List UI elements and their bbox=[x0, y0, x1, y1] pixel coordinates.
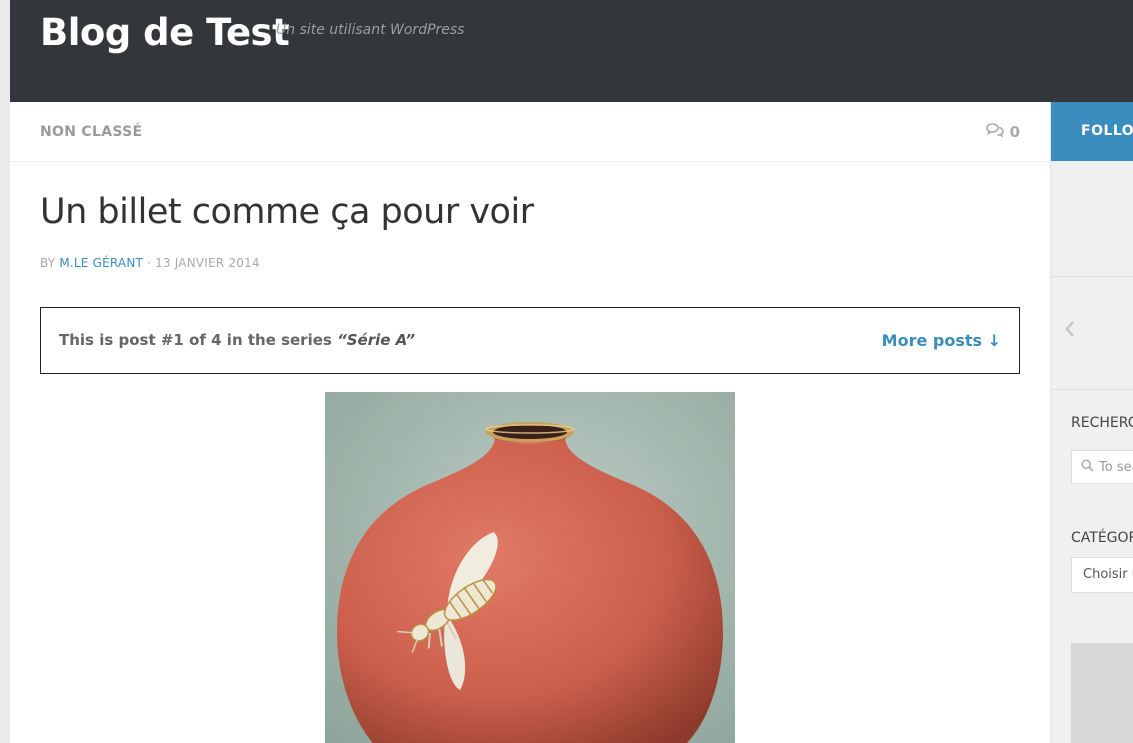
follow-button[interactable]: FOLLOW bbox=[1051, 102, 1133, 161]
more-posts-link[interactable]: More posts ↓ bbox=[882, 331, 1001, 350]
comments-icon bbox=[985, 123, 1004, 141]
categories-select[interactable]: Choisir une catégorie bbox=[1071, 557, 1133, 593]
chevron-left-icon[interactable] bbox=[1064, 320, 1076, 342]
sidebar-placeholder-box bbox=[1071, 643, 1133, 743]
sidebar: FOLLOW RECHERCHE To search CATÉGORIES Ch… bbox=[1050, 102, 1133, 743]
post-date: 13 JANVIER 2014 bbox=[155, 256, 260, 270]
search-placeholder: To search bbox=[1099, 459, 1133, 475]
sidebar-divider bbox=[1051, 276, 1133, 277]
category-link[interactable]: NON CLASSÉ bbox=[40, 124, 142, 140]
series-text: This is post #1 of 4 in the series “Séri… bbox=[59, 331, 415, 349]
site-header: Blog de Test Un site utilisant WordPress bbox=[10, 0, 1133, 102]
categories-widget-title: CATÉGORIES bbox=[1071, 530, 1133, 546]
sidebar-divider bbox=[1051, 389, 1133, 390]
post-image-vase[interactable] bbox=[325, 392, 735, 743]
author-link[interactable]: M.LE GÉRANT bbox=[59, 256, 143, 270]
post-topbar: NON CLASSÉ 0 bbox=[10, 102, 1050, 162]
byline-separator: · bbox=[143, 256, 156, 270]
comments-count: 0 bbox=[1009, 123, 1020, 141]
search-input[interactable]: To search bbox=[1071, 450, 1133, 484]
post-byline: BY M.LE GÉRANT · 13 JANVIER 2014 bbox=[40, 256, 260, 270]
comments-link[interactable]: 0 bbox=[985, 123, 1020, 141]
page: Blog de Test Un site utilisant WordPress… bbox=[10, 0, 1133, 743]
site-tagline: Un site utilisant WordPress bbox=[276, 22, 465, 38]
byline-prefix: BY bbox=[40, 256, 60, 270]
site-title[interactable]: Blog de Test bbox=[40, 9, 290, 57]
series-box: This is post #1 of 4 in the series “Séri… bbox=[40, 307, 1020, 374]
search-widget-title: RECHERCHE bbox=[1071, 415, 1133, 431]
post-title: Un billet comme ça pour voir bbox=[40, 192, 534, 232]
series-name: “Série A” bbox=[337, 331, 416, 349]
series-intro: This is post #1 of 4 in the series bbox=[59, 331, 338, 349]
search-icon bbox=[1081, 458, 1094, 476]
